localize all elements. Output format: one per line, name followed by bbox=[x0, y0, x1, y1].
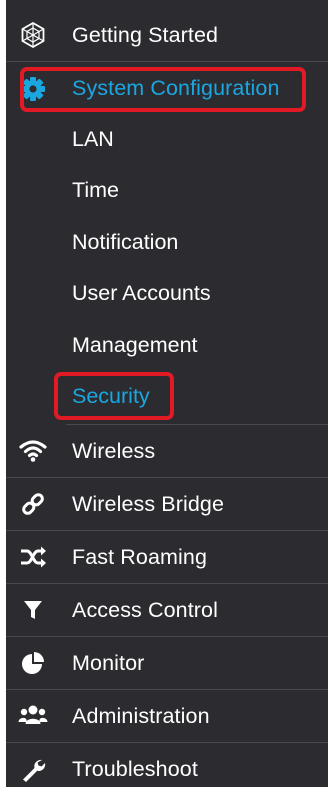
subnav-label-notification: Notification bbox=[72, 230, 179, 254]
nav-item-system-configuration[interactable]: System Configuration bbox=[6, 62, 328, 115]
subnav-label-user-accounts: User Accounts bbox=[72, 281, 211, 305]
nav-item-access-control[interactable]: Access Control bbox=[6, 584, 328, 637]
nav-label-administration: Administration bbox=[72, 703, 210, 728]
globe-icon bbox=[18, 20, 48, 50]
subnav-item-notification[interactable]: Notification bbox=[6, 217, 328, 268]
gear-icon bbox=[18, 74, 48, 104]
nav-label-wireless: Wireless bbox=[72, 438, 156, 463]
filter-icon bbox=[18, 595, 48, 625]
subnav-label-lan: LAN bbox=[72, 127, 114, 151]
nav-item-getting-started[interactable]: Getting Started bbox=[6, 9, 328, 62]
wifi-icon bbox=[18, 436, 48, 466]
nav-label-monitor: Monitor bbox=[72, 650, 145, 675]
nav-item-fast-roaming[interactable]: Fast Roaming bbox=[6, 531, 328, 584]
users-icon bbox=[18, 701, 48, 731]
pie-chart-icon bbox=[18, 648, 48, 678]
subnav-item-user-accounts[interactable]: User Accounts bbox=[6, 268, 328, 319]
subnav-label-time: Time bbox=[72, 178, 119, 202]
wrench-icon bbox=[18, 755, 48, 785]
subnav-item-time[interactable]: Time bbox=[6, 165, 328, 216]
nav-item-wireless-bridge[interactable]: Wireless Bridge bbox=[6, 478, 328, 531]
nav-label-wireless-bridge: Wireless Bridge bbox=[72, 491, 225, 516]
shuffle-icon bbox=[18, 542, 48, 572]
link-icon bbox=[18, 489, 48, 519]
subnav-label-security: Security bbox=[72, 384, 150, 408]
nav-item-wireless[interactable]: Wireless bbox=[6, 425, 328, 478]
nav-item-troubleshoot[interactable]: Troubleshoot bbox=[6, 743, 328, 787]
nav-item-monitor[interactable]: Monitor bbox=[6, 637, 328, 690]
nav-label-system-configuration: System Configuration bbox=[72, 76, 280, 100]
nav-label-access-control: Access Control bbox=[72, 597, 218, 622]
subnav-label-management: Management bbox=[72, 333, 198, 357]
sidebar-nav: Getting Started System Configuration LAN… bbox=[6, 0, 328, 787]
subnav-item-security[interactable]: Security bbox=[6, 371, 328, 422]
nav-item-administration[interactable]: Administration bbox=[6, 690, 328, 743]
nav-label-getting-started: Getting Started bbox=[72, 22, 219, 47]
nav-label-troubleshoot: Troubleshoot bbox=[72, 757, 198, 781]
subnav-item-lan[interactable]: LAN bbox=[6, 114, 328, 165]
subnav-item-management[interactable]: Management bbox=[6, 320, 328, 371]
nav-label-fast-roaming: Fast Roaming bbox=[72, 544, 208, 569]
